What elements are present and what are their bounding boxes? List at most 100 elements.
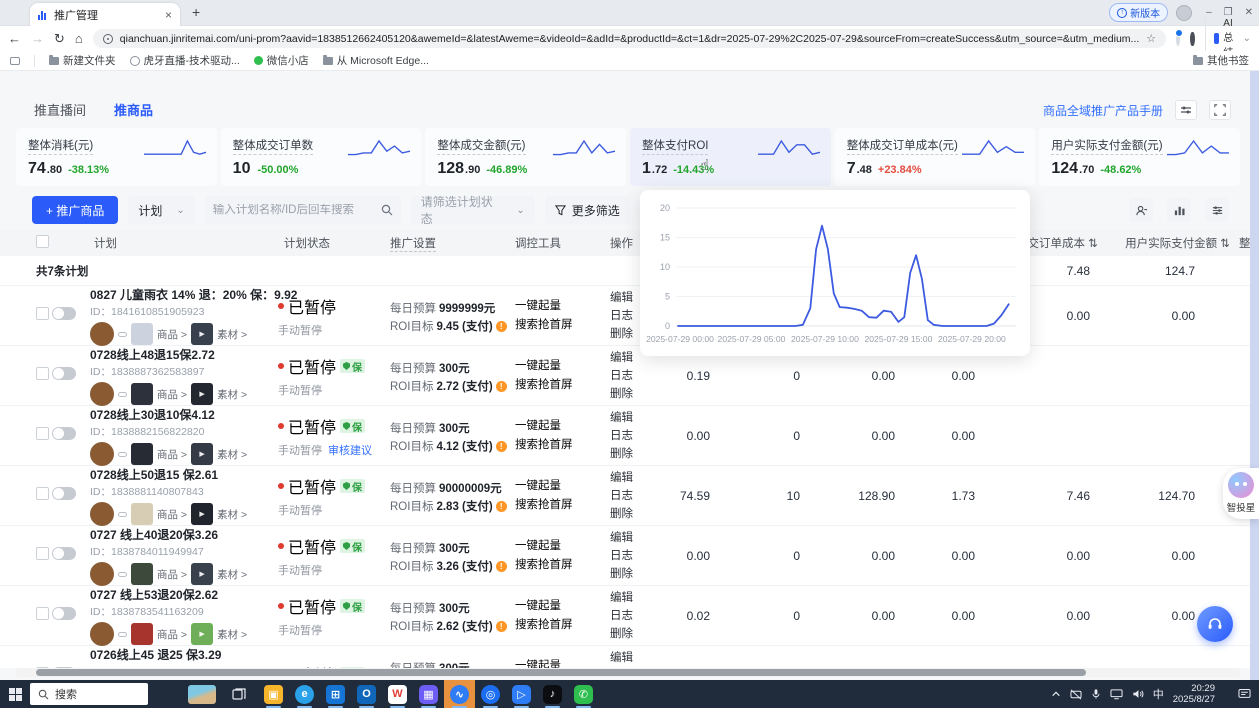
row-toggle[interactable]	[52, 427, 76, 440]
material-link[interactable]: 素材 >	[217, 567, 247, 582]
log-link[interactable]: 日志	[610, 487, 660, 505]
review-suggestion-link[interactable]: 审核建议	[328, 442, 372, 458]
url-field[interactable]: qianchuan.jinritemai.com/uni-prom?aavid=…	[93, 29, 1166, 48]
search-top-screen-link[interactable]: 搜索抢首屏	[515, 316, 602, 335]
metric-card-cost[interactable]: 整体消耗(元) 74.80-38.13%	[16, 128, 217, 186]
plan-title[interactable]: 0728线上50退15 保2.61	[90, 466, 264, 483]
one-click-boost-link[interactable]: 一键起量	[515, 657, 602, 668]
taskbar-app-outlook[interactable]: O	[351, 680, 382, 708]
promote-product-button[interactable]: + 推广商品	[32, 196, 118, 224]
material-thumbnail[interactable]: ▶	[191, 443, 213, 465]
window-maximize-button[interactable]: ❐	[1224, 7, 1233, 18]
delete-link[interactable]: 删除	[610, 505, 660, 523]
material-link[interactable]: 素材 >	[217, 447, 247, 462]
log-link[interactable]: 日志	[610, 547, 660, 565]
search-top-screen-link[interactable]: 搜索抢首屏	[515, 436, 602, 455]
forward-icon[interactable]: →	[31, 31, 44, 46]
bookmark-star-icon[interactable]: ☆	[1146, 32, 1156, 45]
extension-icon[interactable]	[1176, 32, 1180, 46]
one-click-boost-link[interactable]: 一键起量	[515, 357, 602, 376]
microphone-icon[interactable]	[1091, 688, 1101, 700]
reload-icon[interactable]: ↻	[54, 31, 65, 47]
plan-title[interactable]: 0726线上45 退25 保3.29	[90, 646, 264, 663]
site-settings-icon[interactable]	[103, 34, 113, 44]
new-version-badge[interactable]: ↑新版本	[1109, 3, 1168, 22]
extension-icon-2[interactable]	[1190, 32, 1194, 46]
delete-link[interactable]: 删除	[610, 385, 660, 403]
edit-link[interactable]: 编辑	[610, 529, 660, 547]
edit-link[interactable]: 编辑	[610, 649, 660, 667]
material-thumbnail[interactable]: ▶	[191, 503, 213, 525]
product-manual-link[interactable]: 商品全域推广产品手册	[1043, 102, 1163, 119]
row-toggle[interactable]	[52, 307, 76, 320]
taskbar-app-wechat-green[interactable]: ✆	[568, 680, 599, 708]
log-link[interactable]: 日志	[610, 367, 660, 385]
taskbar-app-app-purple[interactable]: ▦	[413, 680, 444, 708]
plan-title[interactable]: 0728线上30退10保4.12	[90, 406, 264, 423]
widgets-button[interactable]	[188, 685, 216, 704]
goods-link[interactable]: 商品 >	[157, 447, 187, 462]
row-toggle[interactable]	[52, 367, 76, 380]
metric-card-roi[interactable]: 整体支付ROI 1.72-14.43%	[630, 128, 831, 186]
material-link[interactable]: 素材 >	[217, 387, 247, 402]
edit-link[interactable]: 编辑	[610, 409, 660, 427]
tab-promote-products[interactable]: 推商品	[114, 100, 153, 119]
metric-card-gmv[interactable]: 整体成交金额(元) 128.90-46.89%	[425, 128, 626, 186]
bookmark-item[interactable]: 微信小店	[254, 53, 309, 68]
plan-search-input[interactable]	[213, 204, 375, 216]
row-checkbox[interactable]	[36, 547, 49, 560]
taskbar-app-microsoft-store[interactable]: ⊞	[320, 680, 351, 708]
material-thumbnail[interactable]: ▶	[191, 623, 213, 645]
product-thumbnail[interactable]	[131, 443, 153, 465]
back-icon[interactable]: ←	[8, 31, 21, 46]
bookmark-item[interactable]: 从 Microsoft Edge...	[323, 53, 429, 68]
goods-link[interactable]: 商品 >	[157, 627, 187, 642]
goods-link[interactable]: 商品 >	[157, 387, 187, 402]
browser-profile-avatar[interactable]	[1176, 5, 1192, 21]
page-scrollbar[interactable]	[1250, 71, 1259, 680]
goods-link[interactable]: 商品 >	[157, 327, 187, 342]
row-checkbox[interactable]	[36, 427, 49, 440]
taskbar-clock[interactable]: 20:292025/8/27	[1173, 683, 1215, 705]
row-checkbox[interactable]	[36, 607, 49, 620]
ime-indicator[interactable]: 中	[1153, 686, 1164, 702]
plan-search-box[interactable]	[205, 196, 401, 224]
bookmark-item[interactable]: 新建文件夹	[49, 53, 116, 68]
custom-audience-icon[interactable]	[1129, 198, 1153, 222]
horizontal-scrollbar[interactable]	[16, 668, 1240, 677]
other-bookmarks[interactable]: 其他书签	[1193, 53, 1249, 68]
product-thumbnail[interactable]	[131, 323, 153, 345]
row-checkbox[interactable]	[36, 307, 49, 320]
one-click-boost-link[interactable]: 一键起量	[515, 537, 602, 556]
plan-title[interactable]: 0727 线上53退20保2.62	[90, 586, 264, 603]
taskbar-app-edge-browser[interactable]: e	[289, 680, 320, 708]
material-link[interactable]: 素材 >	[217, 327, 247, 342]
fullscreen-button[interactable]	[1209, 100, 1231, 120]
edit-link[interactable]: 编辑	[610, 589, 660, 607]
taskbar-app-wps-office[interactable]: W	[382, 680, 413, 708]
metric-settings-button[interactable]	[1175, 100, 1197, 120]
taskbar-search-box[interactable]: 搜索	[30, 683, 148, 705]
tray-expand-icon[interactable]	[1051, 689, 1061, 699]
product-thumbnail[interactable]	[131, 503, 153, 525]
search-top-screen-link[interactable]: 搜索抢首屏	[515, 616, 602, 635]
delete-link[interactable]: 删除	[610, 445, 660, 463]
one-click-boost-link[interactable]: 一键起量	[515, 297, 602, 316]
home-icon[interactable]: ⌂	[75, 31, 83, 46]
delete-link[interactable]: 删除	[610, 625, 660, 643]
plan-type-select[interactable]: 计划⌄	[128, 196, 194, 224]
row-toggle[interactable]	[52, 487, 76, 500]
delete-link[interactable]: 删除	[610, 565, 660, 583]
material-thumbnail[interactable]: ▶	[191, 383, 213, 405]
assistant-widget[interactable]: 智投星	[1223, 468, 1259, 519]
col-header-user-pay-sort[interactable]: 用户实际支付金额 ⇅	[1120, 235, 1235, 251]
material-link[interactable]: 素材 >	[217, 627, 247, 642]
search-top-screen-link[interactable]: 搜索抢首屏	[515, 496, 602, 515]
row-toggle[interactable]	[52, 607, 76, 620]
search-top-screen-link[interactable]: 搜索抢首屏	[515, 556, 602, 575]
row-toggle[interactable]	[52, 547, 76, 560]
window-close-button[interactable]: ✕	[1245, 7, 1253, 18]
one-click-boost-link[interactable]: 一键起量	[515, 417, 602, 436]
product-thumbnail[interactable]	[131, 623, 153, 645]
plan-status-select[interactable]: 请筛选计划状态⌄	[411, 196, 535, 224]
